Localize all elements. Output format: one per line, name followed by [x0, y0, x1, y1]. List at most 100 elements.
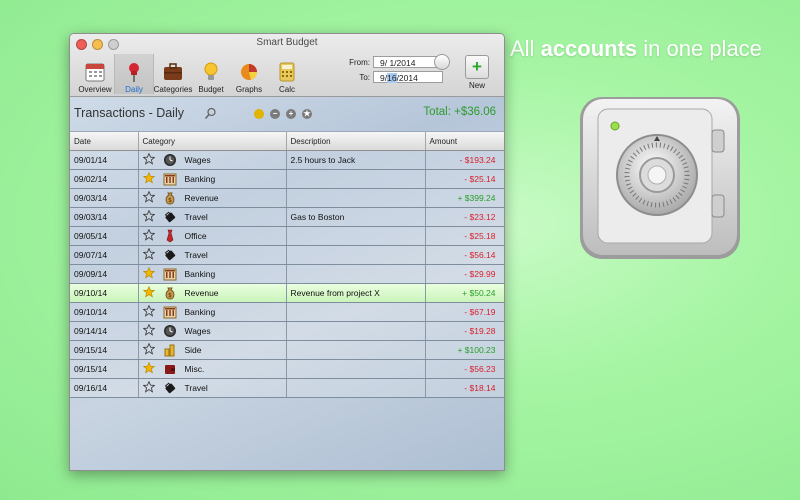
description-cell: [286, 321, 426, 341]
table-row[interactable]: 09/07/14 Travel - $56.14: [70, 245, 504, 265]
filter-all-icon[interactable]: [254, 109, 264, 119]
star-outline-icon[interactable]: [142, 323, 155, 338]
table-row[interactable]: 09/09/14 Banking - $29.99: [70, 264, 504, 284]
description-cell: [286, 378, 426, 398]
category-cell: Banking: [138, 264, 287, 284]
new-transaction-button[interactable]: + New: [465, 55, 489, 90]
filter-plus-icon[interactable]: +: [286, 109, 296, 119]
app-window: Smart Budget Overview Daily Categories B…: [69, 33, 505, 471]
bank-icon: [163, 172, 177, 186]
category-cell: Travel: [138, 245, 287, 265]
category-label: Banking: [184, 269, 216, 279]
calendar-icon: [84, 61, 106, 83]
svg-text:$: $: [168, 197, 172, 204]
star-outline-icon[interactable]: [142, 304, 155, 319]
description-cell: Revenue from project X: [286, 283, 426, 303]
star-outline-icon[interactable]: [142, 342, 155, 357]
transactions-header: Transactions - Daily − + ★ Total: +$36.0…: [70, 97, 504, 132]
date-cell: 09/16/14: [70, 378, 139, 398]
category-cell: Banking: [138, 302, 287, 322]
table-row[interactable]: 09/02/14 Banking - $25.14: [70, 169, 504, 189]
star-filled-icon[interactable]: [142, 285, 155, 300]
description-cell: [286, 169, 426, 189]
category-label: Banking: [184, 174, 216, 184]
amount-cell: + $100.23: [425, 340, 504, 360]
clock-icon: [163, 324, 177, 338]
star-filled-icon[interactable]: [142, 266, 155, 281]
money-bag-icon: $: [163, 286, 177, 300]
bank-icon: [163, 267, 177, 281]
table-row[interactable]: 09/03/14 Travel Gas to Boston - $23.12: [70, 207, 504, 227]
star-outline-icon[interactable]: [142, 190, 155, 205]
toolbar: Overview Daily Categories Budget Graphs …: [76, 54, 306, 94]
table-row[interactable]: 09/15/14 Side + $100.23: [70, 340, 504, 360]
briefcase-icon: [162, 61, 184, 83]
category-cell: Side: [138, 340, 287, 360]
column-header-category[interactable]: Category: [138, 132, 287, 151]
table-row[interactable]: 09/01/14 Wages 2.5 hours to Jack - $193.24: [70, 150, 504, 170]
toolbar-overview[interactable]: Overview: [76, 54, 114, 94]
total-amount: Total: +$36.06: [423, 106, 496, 118]
column-header-description[interactable]: Description: [286, 132, 426, 151]
amount-cell: + $399.24: [425, 188, 504, 208]
to-date-field[interactable]: 9/16/2014: [373, 71, 443, 83]
amount-cell: - $56.23: [425, 359, 504, 379]
suitcase-icon: [163, 210, 177, 224]
category-cell: Travel: [138, 207, 287, 227]
date-cell: 09/15/14: [70, 340, 139, 360]
star-outline-icon[interactable]: [142, 152, 155, 167]
date-range: From: 9/ 1/2014 To: 9/16/2014: [340, 54, 450, 86]
date-cell: 09/02/14: [70, 169, 139, 189]
star-filled-icon[interactable]: [142, 361, 155, 376]
transactions-panel: Transactions - Daily − + ★ Total: +$36.0…: [70, 97, 504, 470]
table-row[interactable]: 09/10/14 Banking - $67.19: [70, 302, 504, 322]
date-range-toggle[interactable]: [434, 54, 450, 70]
star-outline-icon[interactable]: [142, 228, 155, 243]
toolbar-calc[interactable]: Calc: [268, 54, 306, 94]
star-outline-icon[interactable]: [142, 380, 155, 395]
toolbar-budget[interactable]: Budget: [192, 54, 230, 94]
date-cell: 09/03/14: [70, 207, 139, 227]
column-header-date[interactable]: Date: [70, 132, 139, 151]
column-header-amount[interactable]: Amount: [425, 132, 504, 151]
category-label: Travel: [184, 250, 208, 260]
filter-minus-icon[interactable]: −: [270, 109, 280, 119]
category-label: Wages: [184, 326, 211, 336]
category-cell: Wages: [138, 321, 287, 341]
table-row[interactable]: 09/10/14 $ Revenue Revenue from project X + …: [70, 283, 504, 303]
table-row[interactable]: 09/03/14 $ Revenue + $399.24: [70, 188, 504, 208]
date-cell: 09/03/14: [70, 188, 139, 208]
amount-cell: - $25.18: [425, 226, 504, 246]
star-outline-icon[interactable]: [142, 247, 155, 262]
category-label: Revenue: [184, 288, 219, 298]
window-title: Smart Budget: [256, 37, 318, 48]
toolbar-categories[interactable]: Categories: [154, 54, 192, 94]
toolbar-daily[interactable]: Daily: [114, 54, 154, 94]
search-icon[interactable]: [204, 107, 217, 125]
table-row[interactable]: 09/14/14 Wages - $19.28: [70, 321, 504, 341]
amount-cell: + $50.24: [425, 283, 504, 303]
amount-cell: - $23.12: [425, 207, 504, 227]
suitcase-icon: [163, 248, 177, 262]
description-cell: Gas to Boston: [286, 207, 426, 227]
table-row[interactable]: 09/16/14 Travel - $18.14: [70, 378, 504, 398]
description-cell: [286, 302, 426, 322]
filter-star-icon[interactable]: ★: [302, 109, 312, 119]
table-row[interactable]: 09/05/14 Office - $25.18: [70, 226, 504, 246]
description-cell: [286, 226, 426, 246]
title-bar: Smart Budget Overview Daily Categories B…: [70, 34, 504, 97]
date-cell: 09/14/14: [70, 321, 139, 341]
date-cell: 09/01/14: [70, 150, 139, 170]
star-filled-icon[interactable]: [142, 171, 155, 186]
amount-cell: - $19.28: [425, 321, 504, 341]
plus-icon: +: [465, 55, 489, 79]
toolbar-graphs[interactable]: Graphs: [230, 54, 268, 94]
table-row[interactable]: 09/15/14 Misc. - $56.23: [70, 359, 504, 379]
date-cell: 09/07/14: [70, 245, 139, 265]
star-outline-icon[interactable]: [142, 209, 155, 224]
date-cell: 09/10/14: [70, 302, 139, 322]
category-cell: $ Revenue: [138, 283, 287, 303]
from-date-field[interactable]: 9/ 1/2014: [373, 56, 443, 68]
category-cell: Travel: [138, 378, 287, 398]
money-bag-icon: $: [163, 191, 177, 205]
